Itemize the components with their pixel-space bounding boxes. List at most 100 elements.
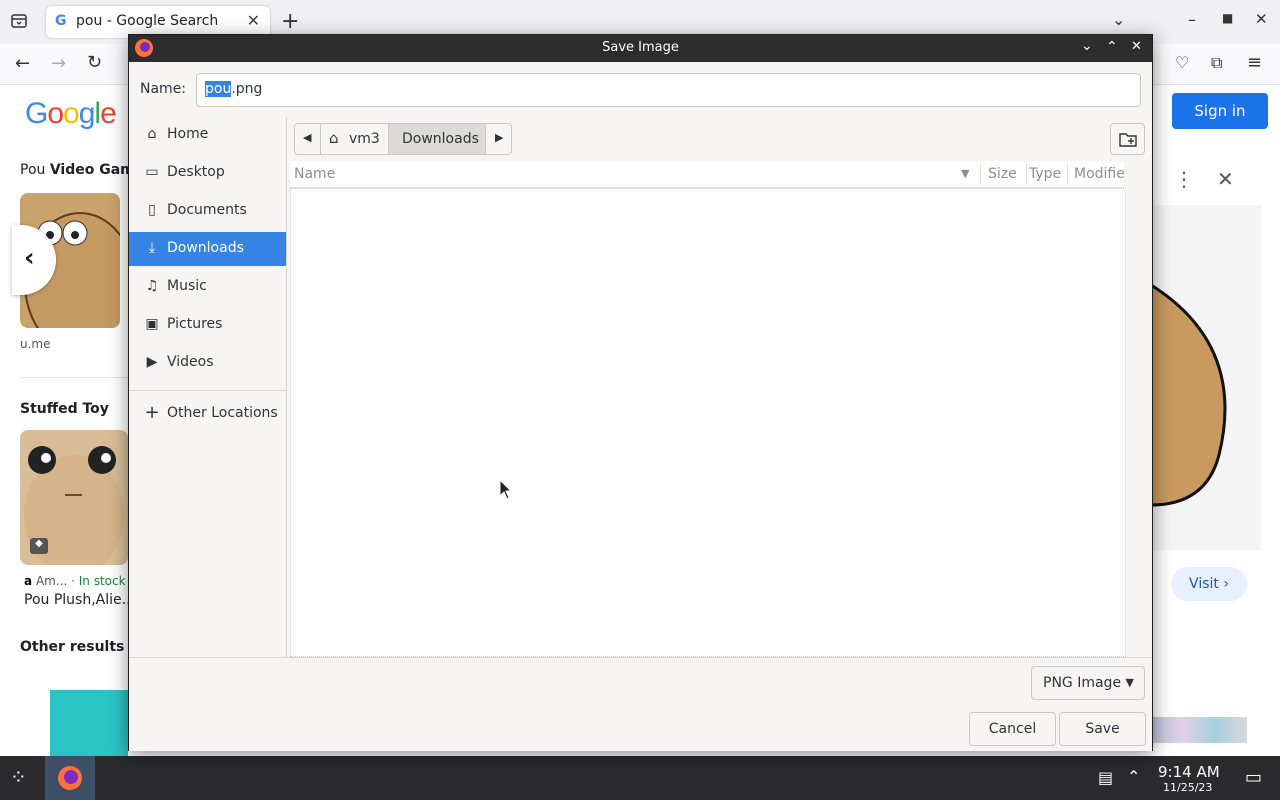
- clipboard-icon[interactable]: ▤: [1098, 768, 1113, 787]
- column-type[interactable]: Type: [1029, 166, 1061, 182]
- save-image-dialog: Save Image ⌄ ⌃ ✕ Name: pou.png ⌂ Home ▭ Des…: [128, 34, 1153, 751]
- clock-date[interactable]: 11/25/23: [1163, 781, 1212, 794]
- site-text: u.me: [20, 337, 51, 351]
- sidebar-item-music[interactable]: ♫ Music: [129, 270, 286, 304]
- sidebar-item-other-locations[interactable]: + Other Locations: [129, 397, 286, 431]
- filename-extension: .png: [231, 81, 263, 97]
- back-arrow-icon[interactable]: ←: [15, 53, 30, 74]
- google-logo[interactable]: Google: [25, 97, 117, 131]
- plus-icon: +: [144, 402, 160, 423]
- extensions-icon[interactable]: ⧉: [1211, 53, 1222, 73]
- file-list[interactable]: [290, 188, 1126, 657]
- column-modified[interactable]: Modifie: [1074, 166, 1125, 182]
- maximize-window-icon[interactable]: ■: [1222, 11, 1233, 25]
- path-forward-button[interactable]: ▶: [485, 123, 512, 155]
- new-folder-icon: [1119, 133, 1137, 147]
- forward-arrow-icon[interactable]: →: [51, 53, 66, 74]
- app-launcher-icon[interactable]: ⁘: [10, 765, 27, 789]
- related-images-strip[interactable]: [1151, 717, 1247, 743]
- reload-icon[interactable]: ↻: [87, 52, 102, 73]
- home-icon: ⌂: [147, 126, 157, 142]
- visit-button[interactable]: Visit ›: [1171, 567, 1247, 601]
- sidebar-item-label: Home: [167, 126, 209, 142]
- sidebar-item-label: Desktop: [167, 164, 225, 180]
- tray-expand-icon[interactable]: ⌃: [1127, 767, 1140, 786]
- minimize-window-icon[interactable]: –: [1188, 10, 1196, 29]
- path-segment-home[interactable]: ⌂ vm3: [320, 123, 389, 155]
- amazon-icon: a: [24, 574, 33, 588]
- dialog-bottom-bar: PNG Image ▼ Cancel Save: [129, 657, 1152, 751]
- section-stuffed-toy-title: Stuffed Toy: [20, 401, 109, 417]
- filename-input[interactable]: pou.png: [196, 73, 1141, 107]
- clock-time[interactable]: 9:14 AM: [1158, 763, 1220, 781]
- menu-hamburger-icon[interactable]: ≡: [1247, 52, 1262, 73]
- download-icon: ⤓: [148, 240, 156, 256]
- file-type-label: PNG Image: [1043, 675, 1122, 691]
- path-segment-label: vm3: [349, 131, 380, 147]
- name-label: Name:: [140, 81, 187, 97]
- video-icon: ▶: [146, 354, 158, 370]
- tab-list-icon[interactable]: [10, 12, 28, 30]
- tab-title: pou - Google Search: [76, 13, 219, 29]
- path-segment-downloads[interactable]: Downloads: [388, 123, 486, 155]
- sidebar-item-videos[interactable]: ▶ Videos: [129, 346, 286, 380]
- save-button[interactable]: Save: [1059, 712, 1146, 746]
- sidebar-item-pictures[interactable]: ▣ Pictures: [129, 308, 286, 342]
- store-row: a Am... · In stock: [24, 574, 126, 588]
- document-icon: ▯: [148, 202, 156, 218]
- music-icon: ♫: [145, 278, 159, 294]
- visit-label: Visit: [1189, 576, 1219, 592]
- dropdown-arrow-icon: ▼: [1125, 676, 1134, 689]
- dialog-titlebar: Save Image ⌄ ⌃ ✕: [129, 35, 1152, 62]
- taskbar: ⁘ ▤ ⌃ 9:14 AM 11/25/23 ▭: [0, 756, 1280, 800]
- show-desktop-icon[interactable]: ▭: [1245, 767, 1262, 788]
- path-back-button[interactable]: ◀: [294, 123, 321, 155]
- sign-in-button[interactable]: Sign in: [1172, 93, 1268, 129]
- close-panel-icon[interactable]: ✕: [1217, 167, 1234, 191]
- dialog-close-icon[interactable]: ✕: [1131, 39, 1142, 54]
- chevron-right-icon: ›: [1223, 576, 1229, 592]
- mouse-cursor-icon: [499, 479, 513, 500]
- pou-plush-image[interactable]: ◆: [20, 430, 128, 565]
- sidebar-item-downloads[interactable]: ⤓ Downloads: [129, 232, 286, 266]
- column-name[interactable]: Name: [294, 166, 335, 182]
- section-title-prefix: Pou: [20, 162, 50, 178]
- folder-icon: ▭: [145, 164, 159, 180]
- dialog-maximize-icon[interactable]: ⌃: [1106, 39, 1118, 55]
- picture-icon: ▣: [145, 316, 159, 332]
- dialog-minimize-icon[interactable]: ⌄: [1081, 38, 1093, 54]
- tab-overflow-chevron-icon[interactable]: ⌄: [1112, 10, 1125, 29]
- column-divider: [980, 164, 981, 184]
- filename-selected-part: pou: [205, 81, 232, 97]
- more-options-icon[interactable]: ⋮: [1174, 167, 1194, 191]
- close-window-icon[interactable]: ✕: [1255, 10, 1268, 28]
- cancel-button[interactable]: Cancel: [969, 712, 1056, 746]
- file-type-dropdown[interactable]: PNG Image ▼: [1031, 666, 1145, 700]
- pocket-icon[interactable]: ♡: [1175, 53, 1189, 72]
- file-list-header: Name ▼ Size Type Modifie: [290, 161, 1125, 188]
- path-segment-label: Downloads: [402, 131, 479, 147]
- dialog-title: Save Image: [602, 40, 679, 55]
- sidebar-item-label: Documents: [167, 202, 247, 218]
- places-sidebar: ⌂ Home ▭ Desktop ▯ Documents ⤓ Downloads ♫ Music ▣…: [129, 117, 287, 657]
- firefox-taskbar-button[interactable]: [45, 756, 95, 800]
- pou-large-image[interactable]: [1151, 205, 1261, 550]
- create-folder-button[interactable]: [1110, 123, 1145, 155]
- stock-status: · In stock: [71, 574, 126, 588]
- sort-descending-icon[interactable]: ▼: [961, 167, 969, 180]
- other-result-thumbnail[interactable]: [50, 690, 128, 756]
- sidebar-item-documents[interactable]: ▯ Documents: [129, 194, 286, 228]
- product-title[interactable]: Pou Plush,Alie...: [24, 592, 135, 608]
- column-size[interactable]: Size: [988, 166, 1017, 182]
- sidebar-item-label: Videos: [167, 354, 214, 370]
- section-other-results-title: Other results: [20, 639, 125, 655]
- arrow-left-icon: ◀: [303, 131, 312, 144]
- section-divider: [20, 377, 128, 378]
- close-tab-icon[interactable]: ✕: [247, 11, 260, 30]
- sidebar-item-home[interactable]: ⌂ Home: [129, 118, 286, 152]
- new-tab-icon[interactable]: +: [281, 9, 299, 34]
- sidebar-item-desktop[interactable]: ▭ Desktop: [129, 156, 286, 190]
- filename-text: pou.png: [205, 81, 262, 97]
- column-divider: [1067, 164, 1068, 184]
- sidebar-separator: [129, 390, 286, 391]
